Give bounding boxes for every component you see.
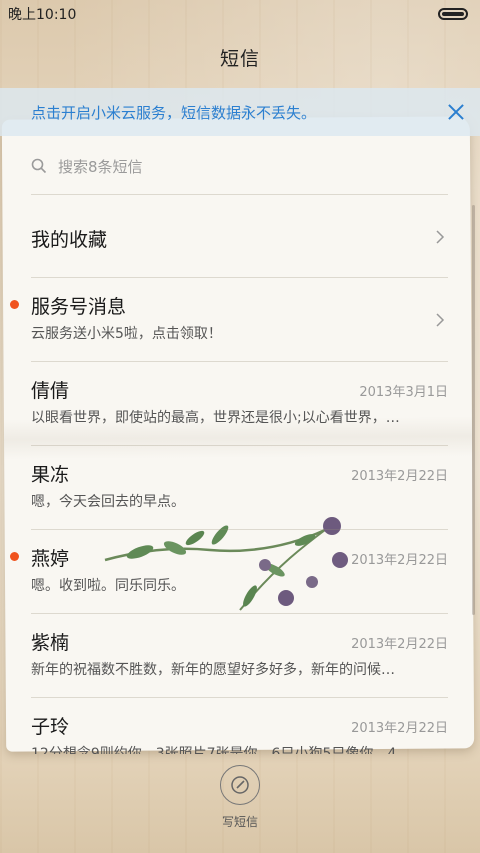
conversation-item[interactable]: 燕婷 2013年2月22日 嗯。收到啦。同乐同乐。	[10, 530, 448, 614]
chevron-right-icon	[436, 230, 445, 244]
message-snippet: 嗯，今天会回去的早点。	[31, 494, 185, 510]
status-time: 晚上10:10	[8, 7, 77, 23]
message-snippet: 嗯。收到啦。同乐同乐。	[31, 578, 185, 594]
message-date: 2013年3月1日	[359, 385, 448, 400]
scrollbar[interactable]	[472, 205, 475, 615]
conversation-item[interactable]: 子玲 2013年2月22日 12分想念9则约你，3张照片7张是你，6只小狗5只像…	[31, 698, 448, 754]
conversation-item[interactable]: 紫楠 2013年2月22日 新年的祝福数不胜数，新年的愿望好多好多，新年的问候…	[31, 614, 448, 698]
unread-indicator	[10, 300, 19, 309]
favorites-item[interactable]: 我的收藏	[31, 194, 448, 278]
contact-name: 紫楠	[31, 632, 70, 654]
cloud-service-banner[interactable]: 点击开启小米云服务，短信数据永不丢失。	[0, 88, 480, 136]
compose-icon	[231, 776, 249, 794]
page-title: 短信	[219, 48, 260, 70]
search-icon	[31, 158, 47, 174]
unread-indicator	[10, 552, 19, 561]
contact-name: 燕婷	[31, 548, 70, 570]
chevron-right-icon	[436, 313, 445, 327]
message-snippet: 12分想念9则约你，3张照片7张是你，6只小狗5只像你，4…	[31, 746, 411, 754]
battery-icon	[438, 8, 468, 20]
contact-name: 子玲	[31, 716, 70, 738]
message-snippet: 云服务送小米5啦，点击领取！	[31, 326, 222, 342]
message-date: 2013年2月22日	[351, 553, 448, 568]
message-date: 2013年2月22日	[351, 637, 448, 652]
search-input[interactable]: 搜索8条短信	[31, 148, 448, 184]
compose-label[interactable]: 写短信	[0, 813, 480, 830]
conversation-item[interactable]: 果冻 2013年2月22日 嗯，今天会回去的早点。	[31, 446, 448, 530]
compose-button[interactable]	[220, 765, 260, 805]
close-icon[interactable]	[448, 104, 464, 120]
favorites-label: 我的收藏	[31, 229, 108, 251]
cloud-banner-text[interactable]: 点击开启小米云服务，短信数据永不丢失。	[31, 102, 448, 123]
search-placeholder: 搜索8条短信	[58, 157, 143, 176]
message-snippet: 新年的祝福数不胜数，新年的愿望好多好多，新年的问候…	[31, 662, 395, 678]
contact-name: 倩倩	[31, 380, 70, 402]
contact-name: 果冻	[31, 464, 70, 486]
compose-area: 写短信	[0, 765, 480, 830]
message-date: 2013年2月22日	[351, 721, 448, 736]
conversation-item[interactable]: 服务号消息 云服务送小米5啦，点击领取！	[10, 278, 448, 362]
status-bar: 晚上10:10	[0, 0, 480, 28]
message-snippet: 以眼看世界，即使站的最高，世界还是很小;以心看世界，…	[31, 410, 400, 426]
conversation-list: 我的收藏 服务号消息 云服务送小米5啦，点击领取！ 倩倩 2013年3月1日 以…	[0, 194, 480, 754]
conversation-item[interactable]: 倩倩 2013年3月1日 以眼看世界，即使站的最高，世界还是很小;以心看世界，…	[31, 362, 448, 446]
message-date: 2013年2月22日	[351, 469, 448, 484]
contact-name: 服务号消息	[31, 296, 127, 318]
